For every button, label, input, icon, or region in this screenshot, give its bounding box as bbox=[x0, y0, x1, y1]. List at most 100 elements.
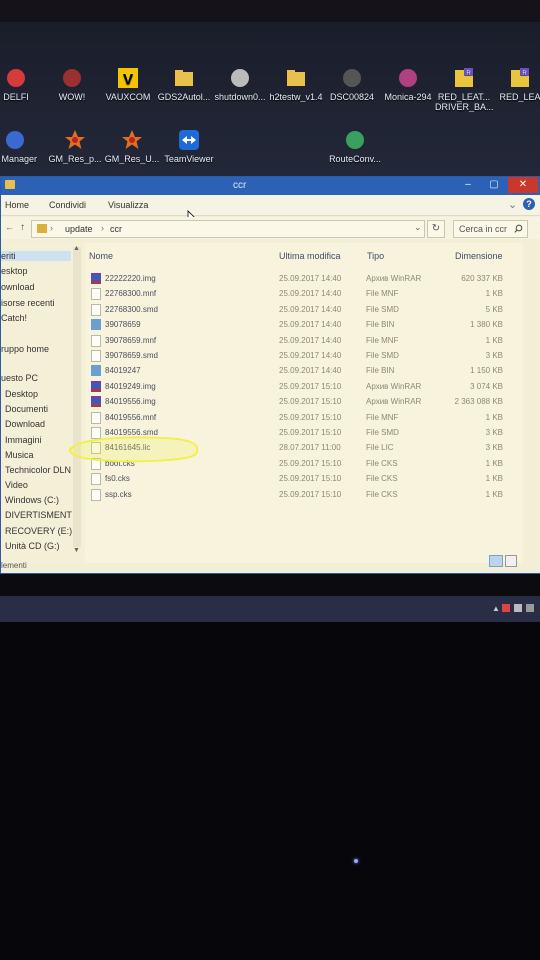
bin-file-icon bbox=[91, 319, 101, 331]
desktop-shortcut[interactable]: h2testw_v1.4 bbox=[267, 66, 325, 102]
desktop-shortcut[interactable]: Monica-294 bbox=[379, 66, 437, 102]
desktop-shortcut[interactable]: DSC00824 bbox=[323, 66, 381, 102]
routeconv-icon bbox=[346, 131, 364, 149]
sidebar-item[interactable]: Windows (C:) bbox=[5, 495, 59, 505]
sidebar-item[interactable]: eriti bbox=[1, 251, 71, 261]
desktop-shortcut[interactable]: shutdown0... bbox=[211, 66, 269, 102]
minimize-button[interactable]: – bbox=[457, 177, 479, 193]
file-type: Архив WinRAR bbox=[366, 381, 422, 391]
monica-app-icon bbox=[399, 69, 417, 87]
file-row[interactable]: 84019249.img 25.09.2017 15:10 Архив WinRAR… bbox=[85, 379, 515, 394]
file-row[interactable]: 22768300.mnf 25.09.2017 14:40 File MNF 1 KB bbox=[85, 286, 515, 301]
file-date: 25.09.2017 14:40 bbox=[279, 335, 342, 345]
sidebar-item[interactable]: Immagini bbox=[5, 435, 42, 445]
sidebar-item[interactable]: uesto PC bbox=[1, 373, 38, 383]
folder-icon bbox=[287, 70, 305, 86]
breadcrumb-update[interactable]: update bbox=[65, 224, 93, 234]
winrar-file-icon bbox=[91, 396, 101, 408]
file-row[interactable]: 22768300.smd 25.09.2017 14:40 File SMD 5 KB bbox=[85, 302, 515, 317]
file-icon bbox=[91, 411, 101, 424]
sidebar-item[interactable]: Musica bbox=[5, 450, 34, 460]
scroll-up-arrow-icon[interactable]: ▲ bbox=[73, 245, 80, 252]
desktop-shortcut[interactable]: DELFI bbox=[0, 66, 45, 102]
desktop-shortcut[interactable]: WOW! bbox=[43, 66, 101, 102]
breadcrumb-ccr[interactable]: ccr bbox=[110, 224, 122, 234]
file-row[interactable]: fs0.cks 25.09.2017 15:10 File CKS 1 KB bbox=[85, 471, 515, 486]
sidebar-item[interactable]: ruppo home bbox=[1, 344, 49, 354]
desktop-shortcut[interactable]: R RED_LEAT... DRIVER_BA... bbox=[435, 66, 493, 112]
file-row[interactable]: 84019556.mnf 25.09.2017 15:10 File MNF 1 KB bbox=[85, 410, 515, 425]
column-header-type[interactable]: Tipo bbox=[367, 251, 384, 261]
up-arrow-icon[interactable]: ↑ bbox=[20, 222, 25, 233]
desktop-shortcut[interactable]: X Manager bbox=[0, 128, 44, 164]
column-header-size[interactable]: Dimensione bbox=[455, 251, 503, 261]
file-size: 3 KB bbox=[485, 351, 503, 360]
desktop-shortcut-label: RouteConv... bbox=[329, 154, 381, 164]
ribbon-expand-chevron-icon[interactable]: ⌄ bbox=[508, 198, 517, 211]
tray-arrow-icon[interactable]: ▲ bbox=[492, 604, 500, 613]
sidebar-item[interactable]: Technicolor DLN bbox=[5, 465, 71, 475]
desktop-shortcut[interactable]: TeamViewer bbox=[160, 128, 218, 164]
address-dropdown-icon[interactable]: ⌄ bbox=[414, 222, 422, 233]
desktop-shortcut[interactable]: V VAUXCOM bbox=[99, 66, 157, 102]
network-flag-icon[interactable] bbox=[502, 604, 510, 612]
file-row[interactable]: 84019247 25.09.2017 14:40 File BIN 1 150 KB bbox=[85, 363, 515, 378]
help-icon[interactable]: ? bbox=[523, 198, 535, 210]
sidebar-item[interactable]: DIVERTISMENT (I bbox=[5, 510, 80, 520]
back-arrow-icon[interactable]: ← bbox=[5, 222, 14, 232]
file-size: 5 KB bbox=[485, 304, 503, 314]
file-icon bbox=[91, 350, 101, 362]
file-row[interactable]: 22222220.img 25.09.2017 14:40 Архив WinRAR… bbox=[85, 271, 515, 286]
status-bar: lementi bbox=[1, 561, 540, 573]
action-center-icon[interactable] bbox=[514, 604, 522, 612]
volume-icon[interactable] bbox=[526, 604, 534, 612]
file-size: 1 KB bbox=[485, 289, 503, 299]
file-date: 25.09.2017 14:40 bbox=[279, 274, 342, 283]
refresh-icon[interactable]: ↻ bbox=[427, 220, 445, 238]
scroll-down-arrow-icon[interactable]: ▼ bbox=[73, 547, 80, 554]
sidebar-item[interactable]: Video bbox=[5, 480, 28, 490]
file-name: 39078659.smd bbox=[105, 351, 158, 360]
power-led-icon bbox=[354, 859, 358, 863]
tab-visualizza[interactable]: Visualizza bbox=[108, 200, 148, 210]
desktop-shortcut-label: TeamViewer bbox=[164, 154, 214, 164]
tab-home[interactable]: Home bbox=[5, 200, 29, 210]
sidebar-item[interactable]: Catch! bbox=[1, 313, 27, 323]
desktop-shortcut[interactable]: RouteConv... bbox=[326, 128, 384, 164]
desktop-shortcut-label: X Manager bbox=[0, 154, 38, 164]
sidebar-item[interactable]: Documenti bbox=[5, 404, 48, 414]
desktop-shortcut[interactable]: GDS2Autol... bbox=[155, 66, 213, 102]
close-button[interactable]: ✕ bbox=[508, 177, 538, 193]
address-row: ← ↑ › update › ccr ⌄ ↻ Cerca in ccr bbox=[1, 217, 540, 239]
desktop-shortcut[interactable]: R RED_LEA bbox=[491, 66, 540, 102]
address-bar[interactable]: › update › ccr ⌄ bbox=[31, 220, 425, 238]
folder-small-icon bbox=[37, 224, 47, 233]
photo-top-edge bbox=[0, 0, 540, 22]
desktop-shortcut[interactable]: GM_Res_U... bbox=[103, 128, 161, 164]
sidebar-item[interactable]: Download bbox=[5, 419, 45, 429]
file-type: File SMD bbox=[366, 304, 399, 314]
desktop-shortcut[interactable]: GM_Res_p... bbox=[46, 128, 104, 164]
file-row[interactable]: 39078659.smd 25.09.2017 14:40 File SMD 3 KB bbox=[85, 348, 515, 363]
tab-condividi[interactable]: Condividi bbox=[49, 200, 86, 210]
desktop-shortcut-label: h2testw_v1.4 bbox=[269, 92, 323, 102]
sidebar-item[interactable]: Unità CD (G:) bbox=[5, 541, 60, 551]
file-date: 25.09.2017 14:40 bbox=[279, 366, 342, 376]
file-row[interactable]: ssp.cks 25.09.2017 15:10 File CKS 1 KB bbox=[85, 487, 515, 502]
file-row[interactable]: 39078659.mnf 25.09.2017 14:40 File MNF 1 KB bbox=[85, 333, 515, 348]
nav-scrollbar[interactable] bbox=[73, 247, 81, 547]
search-input[interactable]: Cerca in ccr bbox=[453, 220, 528, 238]
column-header-modified[interactable]: Ultima modifica bbox=[279, 251, 341, 261]
svg-text:R: R bbox=[522, 71, 527, 77]
file-row[interactable]: 84019556.img 25.09.2017 15:10 Архив WinRAR… bbox=[85, 394, 515, 409]
sidebar-item[interactable]: isorse recenti bbox=[1, 298, 55, 308]
file-icon bbox=[91, 473, 101, 486]
title-bar[interactable]: ccr – ▢ ✕ bbox=[1, 177, 540, 195]
column-header-name[interactable]: Nome bbox=[89, 251, 113, 261]
sidebar-item[interactable]: ownload bbox=[1, 282, 35, 292]
sidebar-item[interactable]: esktop bbox=[1, 266, 28, 276]
sidebar-item[interactable]: RECOVERY (E:) bbox=[5, 526, 72, 536]
file-row[interactable]: 39078659 25.09.2017 14:40 File BIN 1 380 KB bbox=[85, 317, 515, 332]
sidebar-item[interactable]: Desktop bbox=[5, 389, 38, 399]
maximize-button[interactable]: ▢ bbox=[483, 177, 505, 193]
